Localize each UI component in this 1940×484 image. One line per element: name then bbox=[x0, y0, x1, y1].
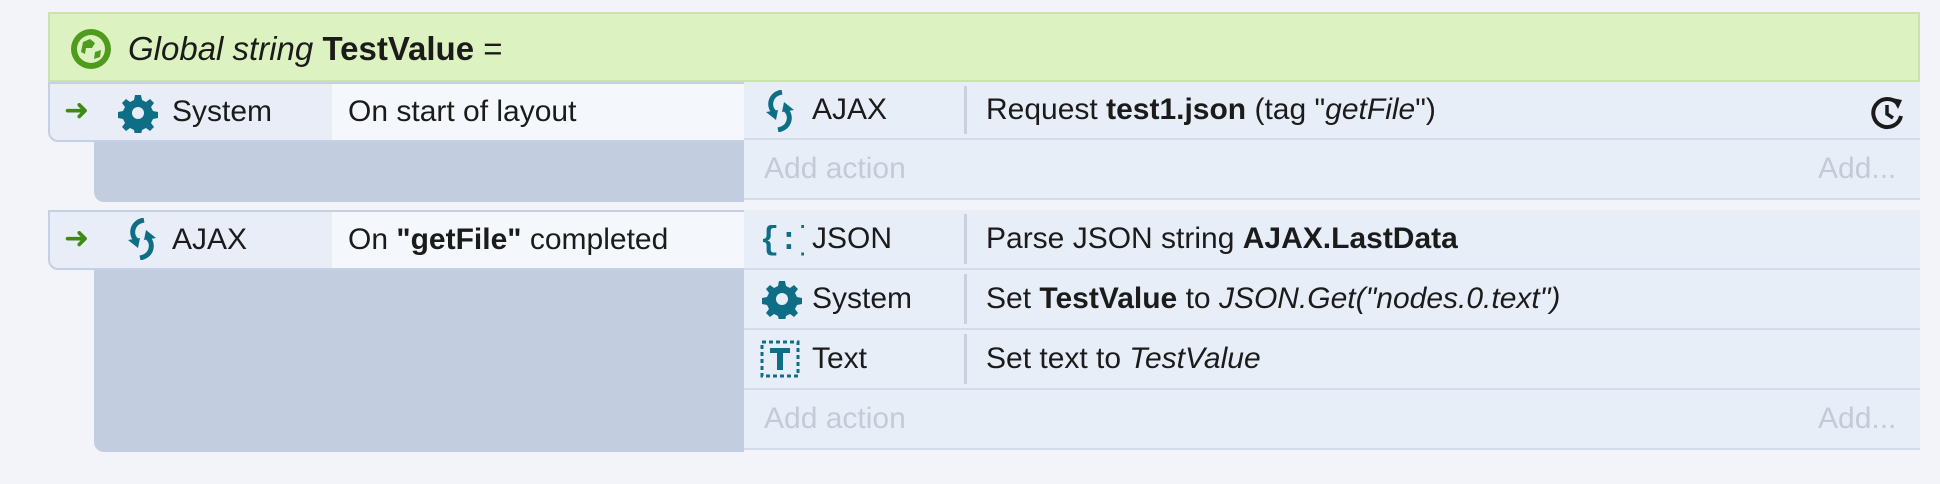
ajax-icon bbox=[126, 218, 158, 260]
global-variable-row[interactable]: Global string TestValue = bbox=[48, 12, 1920, 82]
global-equals: = bbox=[483, 30, 503, 67]
action-text-prefix: Set bbox=[986, 282, 1032, 315]
action-text-prefix: Request bbox=[986, 93, 1098, 126]
condition-text: On "getFile" completed bbox=[348, 220, 668, 260]
action-text-variable: TestValue bbox=[1039, 282, 1178, 315]
action-text: Set TestValue to JSON.Get("nodes.0.text"… bbox=[986, 279, 1560, 319]
add-more-link[interactable]: Add... bbox=[1818, 399, 1896, 439]
condition-text: On start of layout bbox=[348, 95, 577, 128]
text-icon bbox=[760, 340, 800, 378]
action-text-middle: to bbox=[1185, 282, 1211, 315]
event-1-body bbox=[94, 138, 744, 202]
global-name: TestValue bbox=[322, 30, 475, 67]
ajax-icon bbox=[764, 90, 796, 132]
action-text-tag-close: ") bbox=[1415, 93, 1436, 126]
action-object-name: System bbox=[812, 282, 913, 315]
condition-object-name: AJAX bbox=[172, 223, 248, 256]
divider bbox=[744, 198, 1920, 200]
action-text-expression: TestValue bbox=[1129, 342, 1261, 375]
global-type: Global string bbox=[128, 30, 314, 67]
action-object-name: AJAX bbox=[812, 93, 888, 126]
global-variable-label: Global string TestValue = bbox=[128, 27, 503, 71]
action-text: Parse JSON string AJAX.LastData bbox=[986, 219, 1458, 259]
condition-suffix: completed bbox=[529, 223, 669, 256]
action-text-file: test1.json bbox=[1106, 93, 1247, 126]
action-text: Set text to TestValue bbox=[986, 339, 1261, 379]
action-row[interactable]: {:} JSON Parse JSON string AJAX.LastData bbox=[744, 210, 1920, 268]
json-icon: {:} bbox=[760, 220, 804, 256]
action-text-tag-open: (tag " bbox=[1254, 93, 1326, 126]
action-row[interactable]: System Set TestValue to JSON.Get("nodes.… bbox=[744, 270, 1920, 328]
condition-cell[interactable]: On start of layout bbox=[332, 84, 746, 140]
gear-icon bbox=[762, 279, 802, 319]
add-action-row[interactable]: Add action Add... bbox=[744, 390, 1920, 448]
action-text-value: AJAX.LastData bbox=[1242, 222, 1458, 255]
divider bbox=[744, 448, 1920, 450]
condition-object-name: System bbox=[172, 95, 273, 128]
add-action-link[interactable]: Add action bbox=[764, 149, 906, 189]
event-1-condition-row[interactable]: ➜ System On start of layout bbox=[48, 82, 748, 142]
add-action-row[interactable]: Add action Add... bbox=[744, 140, 1920, 198]
add-action-link[interactable]: Add action bbox=[764, 399, 906, 439]
action-row[interactable]: Text Set text to TestValue bbox=[744, 330, 1920, 388]
action-divider bbox=[964, 86, 967, 134]
add-more-link[interactable]: Add... bbox=[1818, 149, 1896, 189]
action-row[interactable]: AJAX Request test1.json (tag "getFile") bbox=[744, 82, 1920, 138]
gear-icon bbox=[118, 93, 158, 133]
condition-prefix: On bbox=[348, 223, 389, 256]
condition-cell[interactable]: On "getFile" completed bbox=[332, 212, 746, 268]
event-2-body bbox=[94, 266, 744, 452]
action-divider bbox=[964, 274, 967, 324]
condition-tag: "getFile" bbox=[396, 223, 522, 256]
action-text-prefix: Set text to bbox=[986, 342, 1122, 375]
refresh-icon[interactable] bbox=[1868, 94, 1906, 132]
action-divider bbox=[964, 214, 967, 264]
event-2-condition-row[interactable]: ➜ AJAX On "getFile" completed bbox=[48, 210, 748, 270]
action-text-tag: getFile bbox=[1325, 93, 1416, 126]
action-object-name: Text bbox=[812, 342, 868, 375]
arrow-right-icon: ➜ bbox=[64, 94, 90, 127]
action-object-name: JSON bbox=[812, 222, 893, 255]
action-text-prefix: Parse JSON string bbox=[986, 222, 1235, 255]
action-text: Request test1.json (tag "getFile") bbox=[986, 90, 1436, 130]
arrow-right-icon: ➜ bbox=[64, 222, 90, 255]
action-divider bbox=[964, 334, 967, 384]
action-text-expression: JSON.Get("nodes.0.text") bbox=[1218, 282, 1561, 315]
globe-icon bbox=[70, 28, 112, 70]
svg-text:{:}: {:} bbox=[760, 222, 804, 256]
